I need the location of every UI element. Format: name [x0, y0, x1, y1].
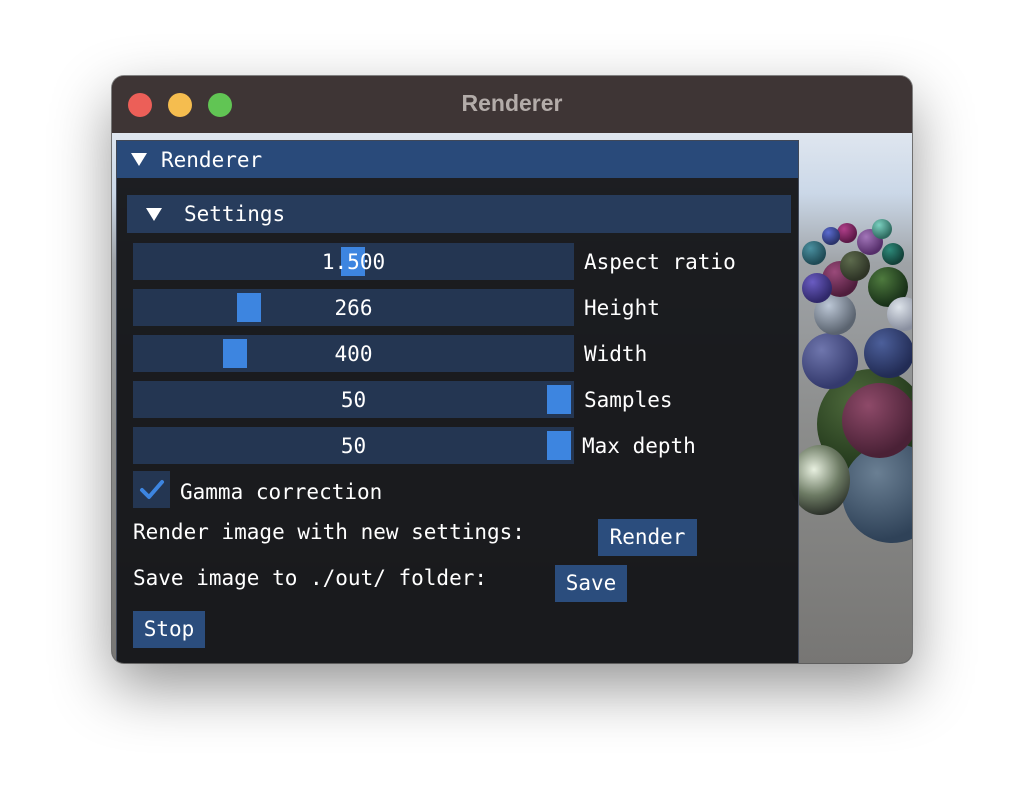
render-viewport: Renderer Settings 1.500 Aspect ratio 266… — [112, 133, 912, 663]
settings-section-header[interactable]: Settings — [127, 195, 791, 233]
slider-label: Width — [584, 342, 648, 366]
save-instruction-text: Save image to ./out/ folder: — [133, 566, 488, 590]
slider-label: Samples — [584, 388, 673, 412]
slider-label: Max depth — [582, 434, 696, 458]
max-depth-slider[interactable]: 50 — [133, 427, 574, 464]
render-sphere — [887, 297, 912, 331]
slider-value: 50 — [340, 434, 367, 458]
collapse-arrow-icon[interactable] — [131, 153, 147, 166]
render-sphere — [837, 223, 857, 243]
app-window: Renderer Renderer Settings 1.500 Aspect … — [112, 76, 912, 663]
gamma-correction-label: Gamma correction — [180, 480, 383, 504]
render-sphere — [872, 219, 892, 239]
slider-value: 400 — [334, 342, 373, 366]
renderer-panel: Renderer Settings 1.500 Aspect ratio 266… — [116, 140, 799, 663]
stop-button[interactable]: Stop — [133, 611, 205, 648]
window-title: Renderer — [461, 90, 563, 116]
slider-value: 1.500 — [321, 250, 386, 274]
slider-value: 50 — [340, 388, 367, 412]
render-sphere — [790, 445, 850, 515]
gamma-correction-checkbox[interactable] — [133, 471, 170, 508]
render-sphere — [882, 243, 904, 265]
title-bar[interactable]: Renderer — [112, 76, 912, 133]
samples-slider[interactable]: 50 — [133, 381, 574, 418]
render-instruction-text: Render image with new settings: — [133, 520, 525, 544]
render-sphere — [822, 227, 840, 245]
save-button[interactable]: Save — [555, 565, 627, 602]
render-sphere — [802, 333, 858, 389]
slider-label: Height — [584, 296, 660, 320]
collapse-arrow-icon[interactable] — [146, 208, 162, 221]
slider-label: Aspect ratio — [584, 250, 736, 274]
render-sphere — [802, 273, 832, 303]
renderer-panel-header[interactable]: Renderer — [117, 141, 798, 178]
render-button[interactable]: Render — [598, 519, 697, 556]
checkmark-icon — [140, 480, 164, 499]
width-slider[interactable]: 400 — [133, 335, 574, 372]
render-sphere — [864, 328, 912, 378]
render-sphere — [842, 383, 912, 458]
panel-title: Renderer — [161, 148, 263, 172]
height-slider[interactable]: 266 — [133, 289, 574, 326]
aspect-ratio-slider[interactable]: 1.500 — [133, 243, 574, 280]
render-sphere — [840, 251, 870, 281]
render-sphere — [802, 241, 826, 265]
slider-value: 266 — [334, 296, 373, 320]
section-title: Settings — [184, 202, 286, 226]
